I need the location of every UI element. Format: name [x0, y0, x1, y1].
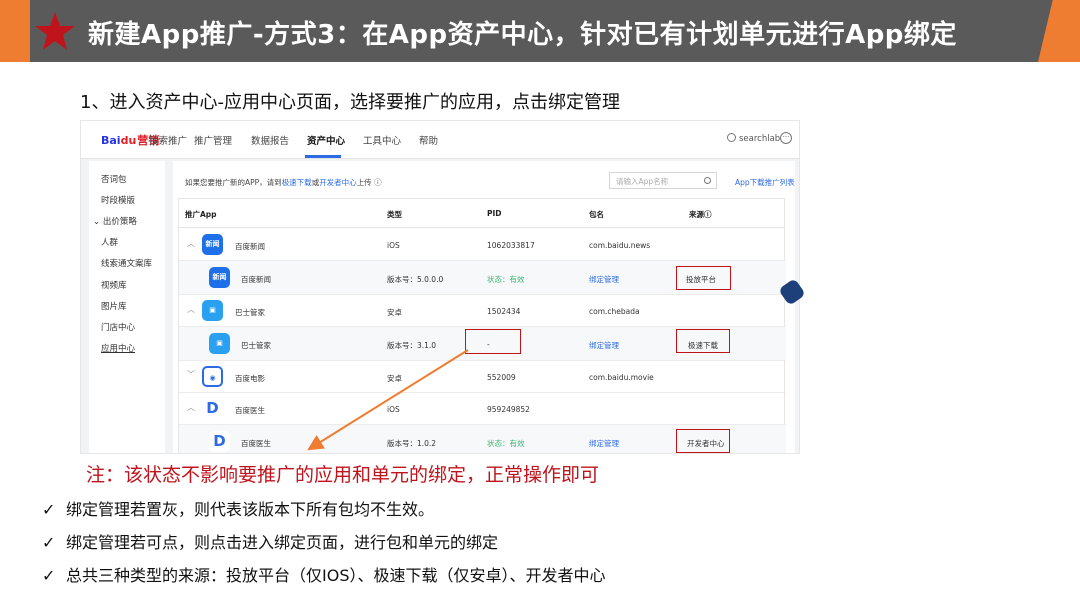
slide: 新建App推广-方式3：在App资产中心，针对已有计划单元进行App绑定 1、进…: [0, 0, 1080, 608]
bullet-item: ✓ 绑定管理若置灰，则代表该版本下所有包均不生效。: [42, 496, 434, 520]
bullet-item: ✓ 总共三种类型的来源：投放平台（仅IOS）、极速下载（仅安卓）、开发者中心: [42, 562, 605, 586]
bullet-item: ✓ 绑定管理若可点，则点击进入绑定页面，进行包和单元的绑定: [42, 529, 498, 553]
red-note: 注：该状态不影响要推广的应用和单元的绑定，正常操作即可: [86, 464, 600, 486]
check-icon: ✓: [42, 500, 56, 519]
bullet-text: 总共三种类型的来源：投放平台（仅IOS）、极速下载（仅安卓）、开发者中心: [66, 566, 606, 585]
bullet-text: 绑定管理若可点，则点击进入绑定页面，进行包和单元的绑定: [66, 533, 499, 552]
check-icon: ✓: [42, 533, 56, 552]
bullet-text: 绑定管理若置灰，则代表该版本下所有包均不生效。: [66, 500, 435, 519]
check-icon: ✓: [42, 566, 56, 585]
